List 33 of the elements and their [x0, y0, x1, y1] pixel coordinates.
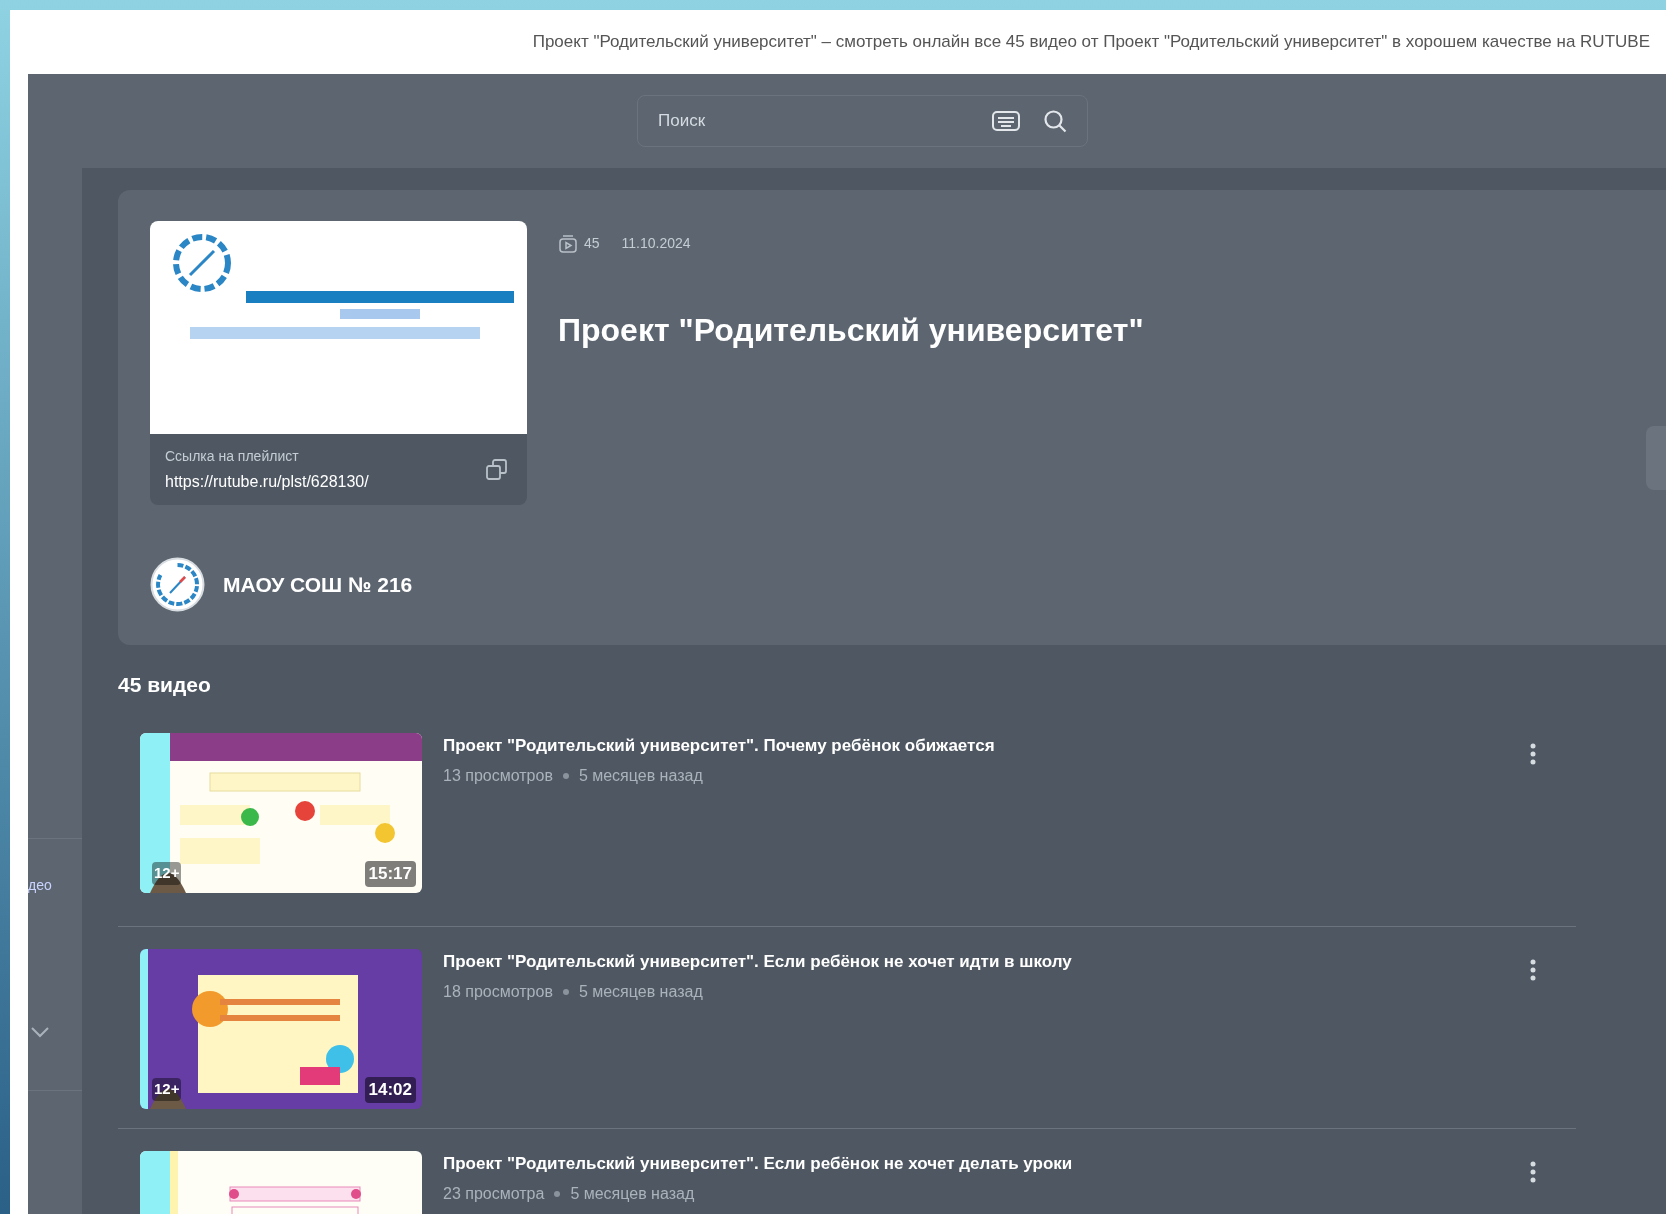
search-icon[interactable]	[1043, 109, 1067, 133]
search-field[interactable]: Поиск	[658, 108, 991, 134]
view-count: 18 просмотров	[443, 982, 553, 1002]
more-menu-icon[interactable]	[1530, 1160, 1536, 1183]
video-count: 45	[584, 234, 600, 253]
channel-avatar[interactable]	[150, 557, 205, 612]
sidebar-item[interactable]: део	[28, 875, 82, 896]
view-count: 13 просмотров	[443, 766, 553, 786]
age-rating: 12+	[152, 862, 182, 885]
video-title[interactable]: Проект "Родительский университет". Если ребёнок не хочет делать уроки	[443, 1150, 1530, 1176]
playlist-icon	[558, 233, 578, 254]
video-title[interactable]: Проект "Родительский университет". Почему ребёнок обижается	[443, 732, 1530, 758]
view-count: 23 просмотра	[443, 1184, 545, 1204]
playlist-link[interactable]: https://rutube.ru/plst/628130/	[165, 469, 369, 494]
age-rating: 12+	[152, 1078, 182, 1101]
upload-age: 5 месяцев назад	[578, 982, 703, 1002]
chevron-down-icon[interactable]	[30, 1026, 50, 1038]
playlist-title: Проект "Родительский университет"	[558, 311, 1144, 350]
video-duration: 14:02	[364, 1077, 416, 1103]
upload-age: 5 месяцев назад	[578, 766, 703, 786]
playlist-date: 11.10.2024	[621, 234, 691, 253]
channel-name[interactable]: МАОУ СОШ № 216	[223, 568, 413, 601]
more-menu-icon[interactable]	[1530, 958, 1536, 981]
search-bar[interactable]: Поиск	[637, 95, 1088, 147]
video-duration: 15:17	[364, 861, 416, 887]
video-title[interactable]: Проект "Родительский университет". Если ребёнок не хочет идти в школу	[443, 948, 1530, 974]
keyboard-icon[interactable]	[991, 110, 1021, 132]
link-label: Ссылка на плейлист	[165, 446, 300, 466]
list-heading: 45 видео	[118, 672, 212, 698]
more-menu-icon[interactable]	[1530, 742, 1536, 765]
window-title: Проект "Родительский университет" – смотреть онлайн все 45 видео от Проект "Родительский университет" в хорошем качестве на RUTUBE	[532, 31, 1650, 54]
upload-age: 5 месяцев назад	[570, 1184, 695, 1204]
copy-icon[interactable]	[485, 457, 509, 482]
